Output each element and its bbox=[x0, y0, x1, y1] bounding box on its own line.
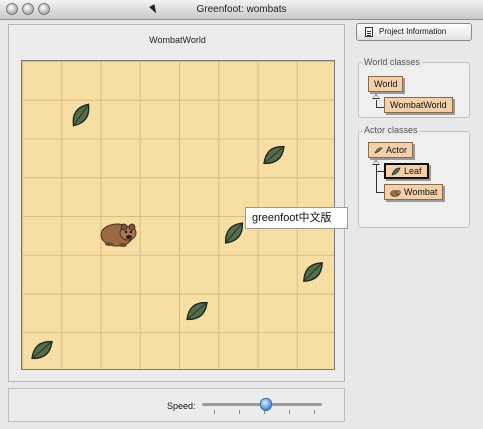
wombat-icon[interactable] bbox=[99, 218, 139, 248]
inheritance-arrow-icon bbox=[372, 94, 380, 99]
class-wombat[interactable]: Wombat bbox=[384, 184, 444, 200]
project-information-label: Project Information bbox=[379, 27, 447, 36]
leaf-icon bbox=[391, 167, 401, 176]
tree-connector bbox=[376, 100, 377, 107]
class-wombatworld[interactable]: WombatWorld bbox=[384, 97, 453, 113]
world-name: WombatWorld bbox=[149, 35, 206, 45]
class-wombat-label: Wombat bbox=[404, 187, 438, 197]
document-icon bbox=[365, 27, 373, 37]
window-titlebar: Greenfoot: wombats bbox=[0, 0, 483, 20]
class-leaf[interactable]: Leaf bbox=[384, 163, 429, 179]
class-browser: Project Information World classes World … bbox=[353, 20, 478, 400]
leaf-icon[interactable] bbox=[256, 138, 292, 173]
leaf-icon[interactable] bbox=[24, 333, 60, 368]
tree-connector bbox=[376, 107, 384, 108]
window-title: Greenfoot: wombats bbox=[196, 4, 287, 15]
class-leaf-label: Leaf bbox=[404, 166, 422, 176]
leaf-icon[interactable] bbox=[295, 254, 330, 289]
project-information-button[interactable]: Project Information bbox=[356, 23, 472, 41]
slider-tick bbox=[289, 410, 290, 414]
speed-panel: Speed: bbox=[8, 388, 345, 422]
class-actor[interactable]: Actor bbox=[368, 142, 414, 158]
speed-slider-thumb[interactable] bbox=[259, 398, 272, 411]
class-world[interactable]: World bbox=[368, 76, 404, 92]
speed-label: Speed: bbox=[167, 401, 196, 411]
tooltip: greenfoot中文版 bbox=[245, 207, 348, 229]
class-actor-label: Actor bbox=[386, 145, 408, 155]
wombat-icon bbox=[390, 189, 401, 197]
slider-tick bbox=[214, 410, 215, 414]
class-wombatworld-label: WombatWorld bbox=[390, 100, 447, 110]
leaf-icon[interactable] bbox=[179, 294, 215, 329]
slider-tick bbox=[239, 410, 240, 414]
tree-connector bbox=[376, 165, 377, 192]
class-world-label: World bbox=[374, 79, 398, 89]
slider-tick bbox=[314, 410, 315, 414]
leaf-icon[interactable] bbox=[64, 97, 98, 133]
world-classes-label: World classes bbox=[362, 57, 422, 67]
actor-icon bbox=[374, 147, 383, 154]
actor-classes-label: Actor classes bbox=[362, 125, 420, 135]
